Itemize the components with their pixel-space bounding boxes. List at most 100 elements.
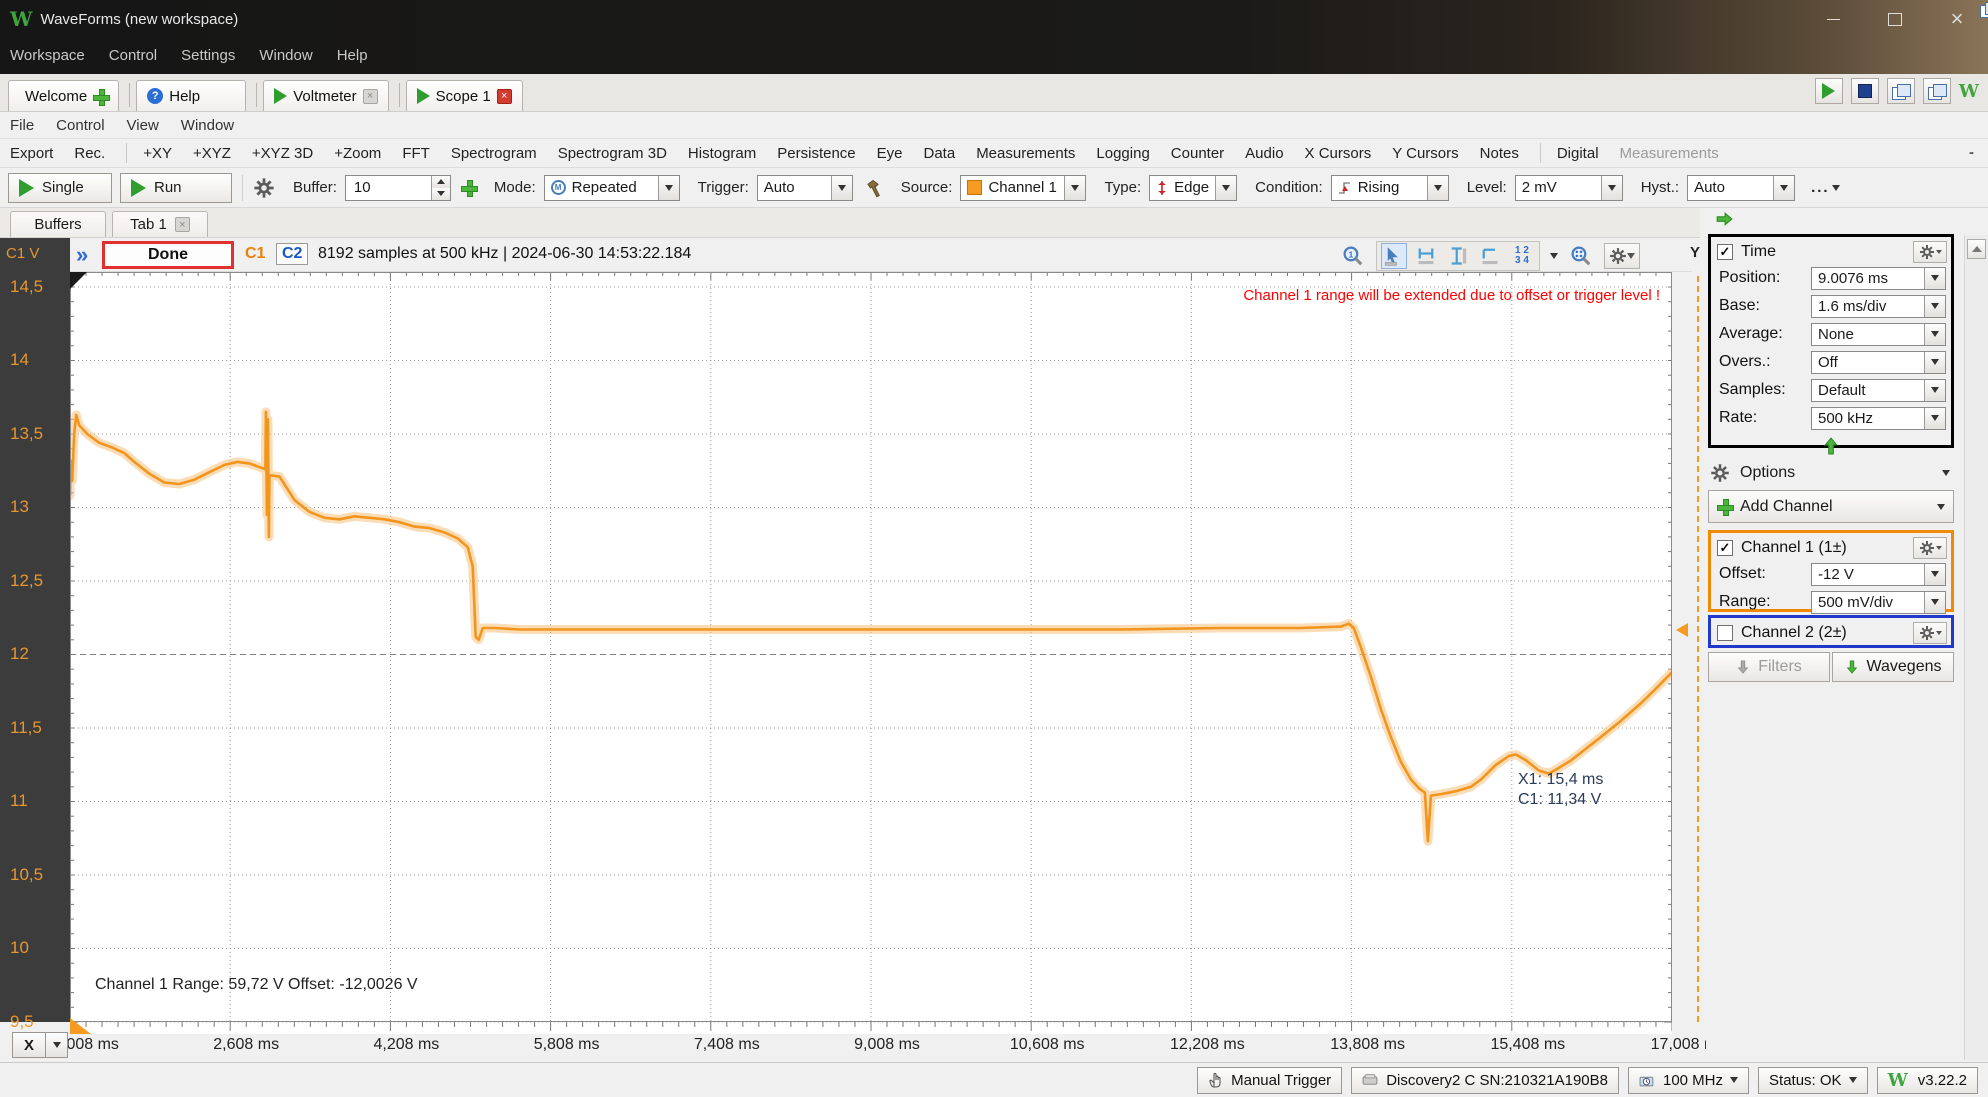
- menu-item-control[interactable]: Control: [109, 47, 157, 64]
- run-all-button[interactable]: [1815, 78, 1843, 104]
- stop-all-button[interactable]: [1851, 78, 1879, 104]
- time-average-arrow-icon[interactable]: [1924, 324, 1945, 345]
- tile-windows-button[interactable]: [1923, 78, 1951, 104]
- toolbar-item-spectrogram-3d[interactable]: Spectrogram 3D: [558, 145, 667, 162]
- maximize-button[interactable]: [1864, 0, 1926, 38]
- close-button[interactable]: [1926, 0, 1988, 38]
- channel1-tab[interactable]: C1: [245, 245, 265, 263]
- spin-down-icon[interactable]: [432, 188, 450, 200]
- channel1-settings-gear-icon[interactable]: [1913, 537, 1947, 559]
- time-position-dropdown[interactable]: 9.0076 ms: [1811, 267, 1946, 290]
- y-cursor-tool-icon[interactable]: [1445, 243, 1471, 269]
- scope-menu-item-control[interactable]: Control: [56, 117, 104, 134]
- toolbar-item-xy[interactable]: +XY: [143, 145, 172, 162]
- tab-welcome[interactable]: Welcome: [8, 80, 119, 111]
- toolbar-item-digital[interactable]: Digital: [1557, 145, 1599, 162]
- tab-voltmeter[interactable]: Voltmeter×: [263, 80, 388, 111]
- cursor-numbers-icon[interactable]: 1 23 4: [1509, 243, 1535, 269]
- version-button[interactable]: W v3.22.2: [1877, 1067, 1978, 1094]
- device-button[interactable]: Discovery2 C SN:210321A190B8: [1351, 1067, 1619, 1094]
- time-base-dropdown[interactable]: 1.6 ms/div: [1811, 295, 1946, 318]
- buffer-spin-arrows[interactable]: [431, 176, 450, 200]
- time-rate-arrow-icon[interactable]: [1924, 408, 1945, 429]
- corner-cursor-tool-icon[interactable]: [1477, 243, 1503, 269]
- source-dropdown-arrow[interactable]: [1064, 176, 1085, 200]
- level-dropdown[interactable]: 2 mV: [1515, 175, 1623, 201]
- channel2-settings-gear-icon[interactable]: [1913, 622, 1947, 644]
- toolbar-item-counter[interactable]: Counter: [1171, 145, 1224, 162]
- scroll-up-icon[interactable]: [1967, 239, 1986, 259]
- panel-collapse-arrow-icon[interactable]: [1712, 210, 1736, 232]
- toolbar-item-y-cursors[interactable]: Y Cursors: [1392, 145, 1458, 162]
- x-axis-menu-arrow[interactable]: [46, 1032, 68, 1058]
- time-position-arrow-icon[interactable]: [1924, 268, 1945, 289]
- mode-dropdown-arrow[interactable]: [658, 176, 679, 200]
- toolbar-item-histogram[interactable]: Histogram: [688, 145, 756, 162]
- zoom-options-icon[interactable]: [1568, 243, 1594, 269]
- tab-buffers[interactable]: Buffers: [10, 211, 106, 237]
- manual-trigger-button[interactable]: Manual Trigger: [1197, 1067, 1342, 1094]
- options-row[interactable]: Options: [1710, 460, 1950, 486]
- condition-dropdown-arrow[interactable]: [1427, 176, 1448, 200]
- hysteresis-dropdown-arrow[interactable]: [1773, 176, 1794, 200]
- toolbar-item-xyz-3d[interactable]: +XYZ 3D: [252, 145, 313, 162]
- collapse-toolbar-button[interactable]: -: [1969, 144, 1974, 161]
- toolbar-item-export[interactable]: Export: [10, 145, 53, 162]
- type-dropdown-arrow[interactable]: [1215, 176, 1236, 200]
- scope-plot[interactable]: [70, 272, 1672, 1034]
- channel1-offset-marker-icon[interactable]: [1676, 623, 1688, 637]
- cursor-tools-arrow-icon[interactable]: [1550, 253, 1558, 259]
- buffer-gear-icon[interactable]: [253, 177, 275, 199]
- more-options-arrow-icon[interactable]: [1832, 185, 1840, 191]
- condition-dropdown[interactable]: Rising: [1331, 175, 1449, 201]
- buffer-value[interactable]: 10: [346, 176, 431, 200]
- toolbar-item-zoom[interactable]: +Zoom: [334, 145, 381, 162]
- time-rate-dropdown[interactable]: 500 kHz: [1811, 407, 1946, 430]
- time-checkbox[interactable]: ✓: [1717, 244, 1733, 260]
- add-channel-button[interactable]: Add Channel: [1708, 490, 1954, 523]
- channel2-tab[interactable]: C2: [276, 243, 308, 265]
- time-settings-gear-icon[interactable]: [1913, 241, 1947, 263]
- add-buffer-icon[interactable]: [461, 180, 476, 195]
- plot-settings-gear-icon[interactable]: [1604, 243, 1640, 269]
- mode-dropdown[interactable]: MRepeated: [544, 175, 680, 201]
- scope-menu-item-window[interactable]: Window: [181, 117, 234, 134]
- x-axis-menu-button[interactable]: X: [12, 1032, 46, 1058]
- toolbar-item-audio[interactable]: Audio: [1245, 145, 1283, 162]
- channel1-offset-arrow-icon[interactable]: [1924, 564, 1945, 585]
- frequency-button[interactable]: 100 MHz: [1628, 1067, 1749, 1094]
- time-base-arrow-icon[interactable]: [1924, 296, 1945, 317]
- toolbar-item-data[interactable]: Data: [924, 145, 956, 162]
- toolbar-item-persistence[interactable]: Persistence: [777, 145, 855, 162]
- toolbar-item-notes[interactable]: Notes: [1480, 145, 1519, 162]
- source-dropdown[interactable]: Channel 1: [960, 175, 1086, 201]
- x-cursor-tool-icon[interactable]: [1413, 243, 1439, 269]
- toolbar-item-fft[interactable]: FFT: [402, 145, 430, 162]
- spin-up-icon[interactable]: [432, 176, 450, 188]
- close-tab-icon[interactable]: ×: [497, 89, 512, 104]
- toolbar-item-xyz[interactable]: +XYZ: [193, 145, 231, 162]
- buffer-spinbox[interactable]: 10: [345, 175, 451, 201]
- tab-help[interactable]: ?Help: [136, 80, 246, 111]
- channel1-offset-dropdown[interactable]: -12 V: [1811, 563, 1946, 586]
- title-bar[interactable]: W WaveForms (new workspace): [0, 0, 1988, 38]
- scope-menu-item-file[interactable]: File: [10, 117, 34, 134]
- toolbar-item-rec[interactable]: Rec.: [74, 145, 105, 162]
- toolbar-item-logging[interactable]: Logging: [1096, 145, 1149, 162]
- menu-item-window[interactable]: Window: [259, 47, 312, 64]
- trigger-dropdown[interactable]: Auto: [757, 175, 853, 201]
- time-overs-arrow-icon[interactable]: [1924, 352, 1945, 373]
- type-dropdown[interactable]: Edge: [1149, 175, 1237, 201]
- cascade-windows-button[interactable]: [1887, 78, 1915, 104]
- status-button[interactable]: Status: OK: [1758, 1067, 1868, 1094]
- close-tab-icon[interactable]: ×: [363, 89, 378, 104]
- channel1-range-dropdown[interactable]: 500 mV/div: [1811, 591, 1946, 614]
- y-axis-menu[interactable]: Y: [1690, 244, 1700, 261]
- toolbar-item-eye[interactable]: Eye: [877, 145, 903, 162]
- wavegens-button[interactable]: Wavegens: [1832, 652, 1954, 682]
- time-samples-arrow-icon[interactable]: [1924, 380, 1945, 401]
- run-button[interactable]: Run: [120, 173, 232, 203]
- time-expand-arrow-icon[interactable]: [1711, 436, 1951, 456]
- tab-tab1[interactable]: Tab 1 ×: [112, 211, 208, 237]
- tab-scope-1[interactable]: Scope 1×: [406, 80, 523, 111]
